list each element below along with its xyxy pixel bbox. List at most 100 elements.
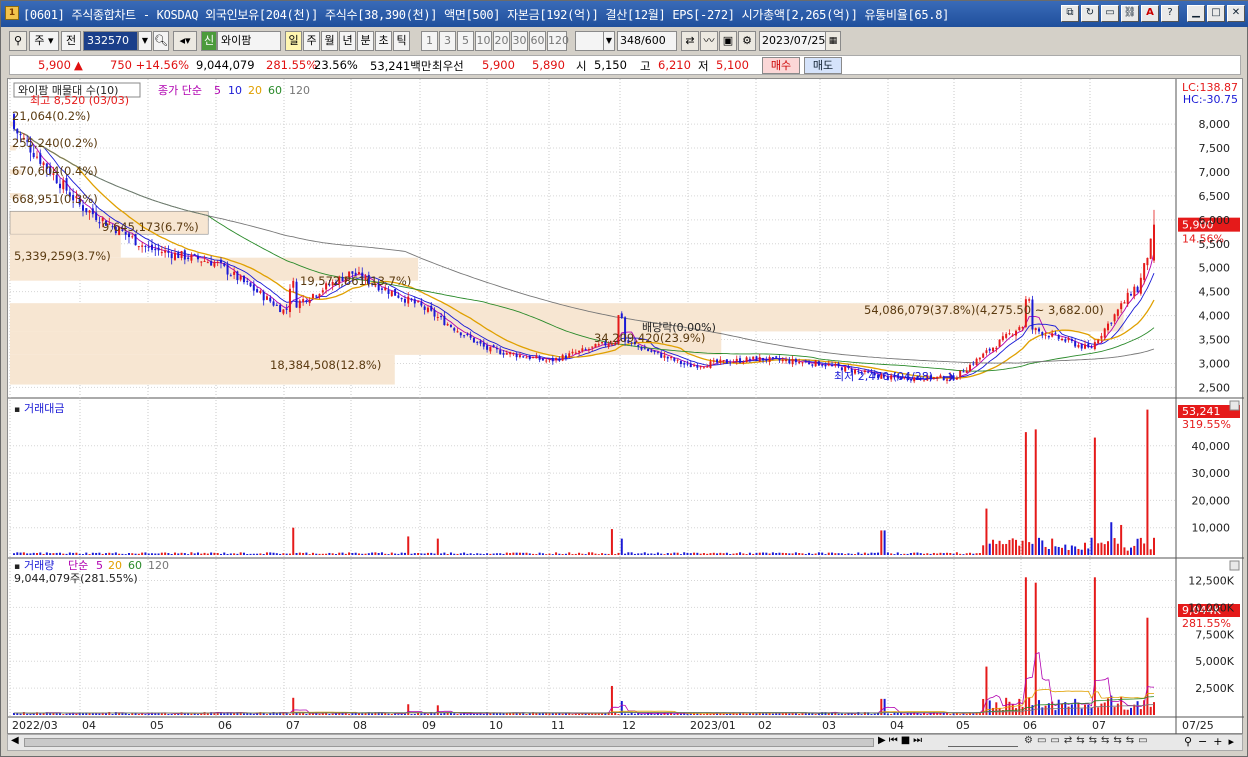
volume-bar: [1005, 697, 1008, 715]
sell-button[interactable]: 매도: [804, 57, 842, 74]
candle-body: [495, 348, 498, 350]
volume-ma-legend-20: 20: [108, 559, 122, 572]
amount-bar: [436, 538, 439, 555]
close-icon[interactable]: ✕: [1227, 5, 1245, 22]
title-bar[interactable]: 1 [0601] 주식종합차트 - KOSDAQ 외국인보유[204(천)] 주…: [1, 1, 1248, 27]
open-label: 시: [576, 59, 587, 73]
interval-tab-30[interactable]: 30: [511, 31, 528, 51]
candle-body: [298, 300, 301, 309]
stock-chart-svg[interactable]: 와이팜 매물대 수(10) 종가 단순 5 10 20 60 120최고 8,520 (03…: [8, 79, 1244, 735]
volume-bar: [1018, 698, 1021, 715]
scroll-track[interactable]: [24, 738, 874, 747]
volume-bar: [489, 713, 492, 715]
amount-bar: [144, 552, 147, 555]
stock-code-input[interactable]: 332570: [83, 31, 138, 51]
zoom-icon[interactable]: ⇄: [681, 31, 699, 51]
candle-body: [965, 370, 968, 373]
volume-band-label: 21,064(0.2%): [12, 109, 90, 123]
amount-bar: [739, 552, 742, 555]
candle-body: [660, 352, 663, 358]
buy-button[interactable]: 매수: [762, 57, 800, 74]
drawing-tools[interactable]: ⚙▭▭⇄⇆⇆⇆⇆⇆▭: [1024, 735, 1152, 746]
find-icon[interactable]: 🔍︎: [153, 31, 169, 51]
amount-bar: [1054, 546, 1057, 555]
chart-type-icon[interactable]: 〰: [700, 31, 718, 51]
link-icon[interactable]: ⛓: [1121, 5, 1139, 22]
help-icon[interactable]: ?: [1161, 5, 1179, 22]
amount-bar: [1080, 549, 1083, 555]
volume-bar: [144, 714, 147, 715]
speaker-icon[interactable]: ◂▾: [173, 31, 197, 51]
candle-body: [1149, 238, 1152, 259]
volume-bar: [561, 713, 564, 715]
candle-body: [814, 360, 817, 367]
period-tab-2[interactable]: 월: [321, 31, 338, 51]
toolbar: ⚲ 주 ▾ 전 332570 ▼ 🔍︎ ◂▾ 신 와이팜 ▼ 348/600 ⇄…: [1, 31, 1248, 53]
amount-bar: [39, 552, 42, 555]
period-tab-5[interactable]: 초: [375, 31, 392, 51]
period-tab-0[interactable]: 일: [285, 31, 302, 51]
interval-tab-60[interactable]: 60: [529, 31, 546, 51]
amount-bar: [732, 553, 735, 555]
window-icon[interactable]: ▭: [1101, 5, 1119, 22]
amount-bar: [788, 553, 791, 555]
prev-button[interactable]: 전: [61, 31, 81, 51]
stock-tag: 신: [201, 31, 217, 51]
amount-bar: [1130, 547, 1133, 555]
candle-body: [564, 355, 567, 359]
candle-body: [620, 313, 623, 319]
candle-body: [735, 358, 738, 362]
calendar-icon[interactable]: ▦: [825, 31, 841, 51]
period-tab-3[interactable]: 년: [339, 31, 356, 51]
settings-icon[interactable]: ⚙: [738, 31, 756, 51]
interval-tab-1[interactable]: 1: [421, 31, 438, 51]
search-icon[interactable]: ⚲: [9, 31, 27, 51]
interval-tab-3[interactable]: 3: [439, 31, 456, 51]
x-axis-label: 2023/01: [690, 719, 736, 732]
playback-controls[interactable]: ▶⏮■⏭: [878, 735, 925, 746]
amount-tick-label: 10,000: [1192, 522, 1231, 535]
candle-body: [229, 275, 232, 277]
zoom-track[interactable]: [948, 738, 1018, 747]
save-icon[interactable]: ▣: [719, 31, 737, 51]
candle-body: [676, 359, 679, 361]
period-tab-6[interactable]: 틱: [393, 31, 410, 51]
x-axis-label: 05: [956, 719, 970, 732]
volume-legend: 거래량: [24, 559, 54, 572]
interval-tab-5[interactable]: 5: [457, 31, 474, 51]
code-dropdown-icon[interactable]: ▼: [138, 31, 152, 51]
candle-body: [742, 362, 745, 364]
zoom-controls[interactable]: ⚲−+▸: [1184, 735, 1240, 748]
chart-scrollbar[interactable]: ◀ ▶⏮■⏭ ⚙▭▭⇄⇆⇆⇆⇆⇆▭ ⚲−+▸: [7, 734, 1243, 751]
interval-dropdown-icon[interactable]: ▼: [603, 31, 615, 51]
candle-body: [305, 300, 308, 303]
maximize-icon[interactable]: □: [1207, 5, 1225, 22]
price-tick-label: 6,000: [1199, 214, 1231, 227]
chart-area[interactable]: 와이팜 매물대 수(10) 종가 단순 5 10 20 60 120 최고 8,520 (03…: [7, 78, 1244, 735]
text-icon[interactable]: A: [1141, 5, 1159, 22]
amount-bar: [292, 527, 295, 555]
amount-bar: [206, 553, 209, 555]
amount-bar: [1087, 548, 1090, 555]
count-field[interactable]: 348/600: [617, 31, 677, 51]
candle-body: [643, 348, 646, 350]
period-tab-1[interactable]: 주: [303, 31, 320, 51]
amount-bar: [929, 553, 932, 555]
amount-bar: [748, 552, 751, 555]
trade-amount: 53,241백만: [370, 59, 432, 73]
interval-tab-20[interactable]: 20: [493, 31, 510, 51]
volume-bar: [440, 713, 443, 715]
minimize-icon[interactable]: ▁: [1187, 5, 1205, 22]
amount-bar: [952, 553, 955, 555]
amount-bar: [801, 553, 804, 555]
amount-bar: [719, 552, 722, 555]
period-tab-4[interactable]: 분: [357, 31, 374, 51]
interval-tab-10[interactable]: 10: [475, 31, 492, 51]
restore-layout-icon[interactable]: ⧉: [1061, 5, 1079, 22]
market-select[interactable]: 주 ▾: [29, 31, 59, 51]
refresh-icon[interactable]: ↻: [1081, 5, 1099, 22]
scroll-left-icon[interactable]: ◀: [11, 735, 19, 746]
volume-bar: [88, 713, 91, 715]
interval-tab-120[interactable]: 120: [547, 31, 569, 51]
volume-bar: [252, 713, 255, 715]
